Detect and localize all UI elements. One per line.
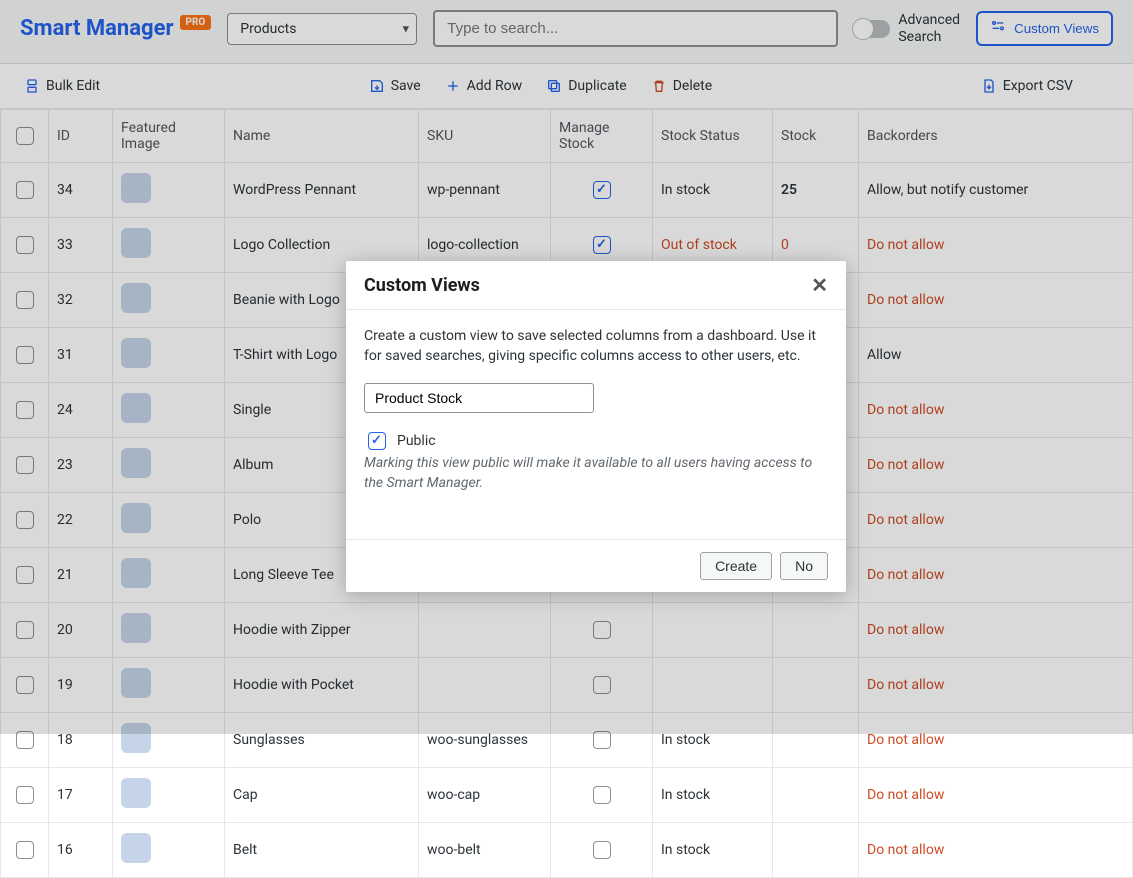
- custom-views-modal: Custom Views ✕ Create a custom view to s…: [346, 261, 846, 592]
- product-thumb-icon: [121, 833, 151, 863]
- cell-name[interactable]: Belt: [225, 823, 419, 878]
- product-thumb-icon: [121, 778, 151, 808]
- modal-description: Create a custom view to save selected co…: [364, 326, 828, 367]
- cell-id[interactable]: 17: [49, 768, 113, 823]
- public-label[interactable]: Public: [397, 433, 436, 449]
- close-icon[interactable]: ✕: [811, 273, 828, 297]
- table-row[interactable]: 16 Beltwoo-belt In stock Do not allow: [1, 823, 1133, 878]
- cell-sku[interactable]: woo-belt: [419, 823, 551, 878]
- cell-id[interactable]: 16: [49, 823, 113, 878]
- manage-stock-checkbox[interactable]: [593, 841, 611, 859]
- view-name-input[interactable]: [364, 383, 594, 413]
- cell-thumb[interactable]: [113, 768, 225, 823]
- create-button[interactable]: Create: [700, 552, 772, 580]
- table-row[interactable]: 17 Capwoo-cap In stock Do not allow: [1, 768, 1133, 823]
- row-checkbox[interactable]: [16, 786, 34, 804]
- cell-stock[interactable]: [773, 768, 859, 823]
- cell-sku[interactable]: woo-cap: [419, 768, 551, 823]
- manage-stock-checkbox[interactable]: [593, 786, 611, 804]
- cell-backorders[interactable]: Do not allow: [859, 768, 1133, 823]
- cell-thumb[interactable]: [113, 823, 225, 878]
- cell-stock[interactable]: [773, 823, 859, 878]
- cell-stock-status[interactable]: In stock: [653, 768, 773, 823]
- cell-name[interactable]: Cap: [225, 768, 419, 823]
- no-button[interactable]: No: [780, 552, 828, 580]
- public-hint: Marking this view public will make it av…: [364, 453, 828, 494]
- cell-stock-status[interactable]: In stock: [653, 823, 773, 878]
- cell-backorders[interactable]: Do not allow: [859, 823, 1133, 878]
- modal-title: Custom Views: [364, 275, 480, 296]
- row-checkbox[interactable]: [16, 841, 34, 859]
- public-checkbox[interactable]: [368, 432, 386, 450]
